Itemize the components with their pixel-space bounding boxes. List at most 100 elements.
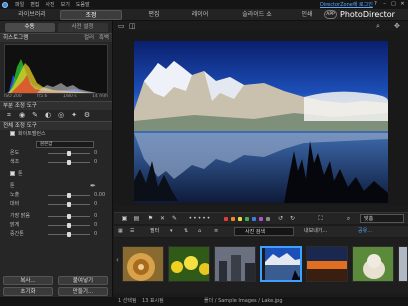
highlights-value[interactable]: 0: [94, 221, 97, 230]
thumbnail-city[interactable]: [214, 246, 256, 282]
slider-knob[interactable]: [67, 214, 71, 219]
spot-removal-icon[interactable]: ✦: [69, 111, 79, 120]
thumbnail-sunset[interactable]: [306, 246, 348, 282]
brightest-value[interactable]: 0: [94, 212, 97, 221]
thumbnail-cat[interactable]: [352, 246, 394, 282]
histogram-color-option[interactable]: 컬러: [84, 35, 94, 41]
wb-temperature-value[interactable]: 0: [94, 149, 97, 158]
thumbnail-lake-selected[interactable]: [260, 246, 302, 282]
tab-layer[interactable]: 레이어: [180, 10, 220, 20]
pan-tool-icon[interactable]: ✥: [394, 22, 400, 30]
wb-temperature-slider[interactable]: [48, 151, 90, 156]
color-label-purple[interactable]: [259, 217, 263, 221]
paste-button[interactable]: 붙여넣기: [58, 276, 108, 285]
tab-edit[interactable]: 편집: [134, 10, 174, 20]
directorzone-login-link[interactable]: DirectorZone에 로그인: [320, 1, 373, 8]
color-label-blue[interactable]: [252, 217, 256, 221]
copy-button[interactable]: 복사...: [3, 276, 53, 285]
close-button[interactable]: ✕: [399, 1, 406, 7]
contrast-value[interactable]: 0: [94, 200, 97, 209]
pen-icon[interactable]: ✎: [170, 214, 179, 223]
menu-help[interactable]: 도움말: [76, 1, 90, 8]
color-label-green[interactable]: [245, 217, 249, 221]
rating-stars[interactable]: •••••: [182, 214, 218, 223]
photo-viewer[interactable]: [114, 31, 408, 205]
color-label-red[interactable]: [224, 217, 228, 221]
white-balance-preset-select[interactable]: 원본값: [36, 141, 94, 148]
compare-view-icon[interactable]: ◫: [129, 22, 136, 30]
single-view-icon[interactable]: ▭: [118, 22, 125, 30]
midtones-slider[interactable]: [48, 232, 90, 237]
slider-knob[interactable]: [67, 151, 71, 156]
slider-knob[interactable]: [67, 232, 71, 237]
fullscreen-icon[interactable]: ⛶: [316, 214, 325, 223]
wb-tint-slider[interactable]: [48, 160, 90, 165]
histogram-mono-option[interactable]: 흑백: [99, 35, 109, 41]
menu-view[interactable]: 보기: [61, 1, 70, 8]
rotate-right-icon[interactable]: ↻: [288, 214, 297, 223]
global-tools-header[interactable]: 전체 조정 도구: [0, 121, 112, 130]
radial-icon[interactable]: ◎: [56, 111, 66, 120]
reset-button[interactable]: 초기화: [3, 287, 53, 296]
zoom-tool-icon[interactable]: ⌕: [376, 22, 380, 31]
exposure-value[interactable]: 0.00: [94, 191, 105, 200]
minimize-button[interactable]: –: [381, 1, 388, 7]
filter-label[interactable]: 필터: [150, 227, 159, 236]
red-eye-icon[interactable]: ◉: [17, 111, 27, 120]
filter-dropdown-icon[interactable]: ▾: [170, 227, 173, 236]
slider-knob[interactable]: [67, 202, 71, 207]
zoom-select[interactable]: 맞춤: [360, 214, 404, 223]
app-badge[interactable]: APP: [324, 10, 337, 19]
crop-icon[interactable]: ⌗: [4, 111, 14, 120]
contrast-slider[interactable]: [48, 202, 90, 207]
photo-search-input[interactable]: 사진 검색: [234, 227, 294, 236]
menu-photo[interactable]: 사진: [45, 1, 54, 8]
filmstrip-list-icon[interactable]: ☰: [130, 227, 134, 236]
slider-knob[interactable]: [67, 223, 71, 228]
highlights-slider[interactable]: [48, 223, 90, 228]
slider-knob[interactable]: [67, 160, 71, 165]
thumbnail-shell[interactable]: [122, 246, 164, 282]
color-label-yellow[interactable]: [238, 217, 242, 221]
tag-icon[interactable]: ⌂: [198, 227, 201, 236]
tab-adjust[interactable]: 조정: [60, 10, 122, 20]
menu-edit[interactable]: 편집: [30, 1, 39, 8]
thumbnail-flowers[interactable]: [168, 246, 210, 282]
settings-icon[interactable]: ⚙: [82, 111, 92, 120]
midtones-value[interactable]: 0: [94, 230, 97, 239]
share-label[interactable]: 공유...: [358, 227, 372, 236]
tone-checkbox[interactable]: [10, 171, 15, 176]
filmstrip-view-icon[interactable]: ▦: [118, 227, 123, 236]
brush-icon[interactable]: ✎: [30, 111, 40, 120]
main-photo[interactable]: [134, 41, 388, 203]
histogram-header[interactable]: 히스토그램 컬러 흑백: [0, 33, 112, 42]
tab-manual[interactable]: 수동: [4, 22, 55, 32]
menu-file[interactable]: 파일: [15, 1, 24, 8]
color-label-orange[interactable]: [231, 217, 235, 221]
wb-tint-value[interactable]: 0: [94, 158, 97, 167]
tab-library[interactable]: 라이브러리: [8, 10, 56, 20]
flag-icon[interactable]: ⚑: [146, 214, 155, 223]
tab-presets[interactable]: 사전 설정: [57, 22, 108, 32]
region-tools-header[interactable]: 부분 조정 도구: [0, 101, 112, 110]
thumbnail-partial[interactable]: [398, 246, 408, 282]
gradient-icon[interactable]: ◐: [43, 111, 53, 120]
tab-print[interactable]: 인쇄: [292, 10, 322, 20]
create-snapshot-button[interactable]: 만들기...: [58, 287, 108, 296]
maximize-button[interactable]: □: [390, 1, 397, 7]
zoom-icon[interactable]: ⌕: [344, 214, 353, 223]
eyedropper-icon[interactable]: ✒: [90, 182, 96, 191]
rotate-left-icon[interactable]: ↺: [276, 214, 285, 223]
export-label[interactable]: 내보내기...: [304, 227, 327, 236]
help-button[interactable]: ?: [372, 1, 379, 7]
grid-view-icon[interactable]: ▤: [132, 214, 141, 223]
brightest-slider[interactable]: [48, 214, 90, 219]
tab-slideshow[interactable]: 슬라이드 쇼: [230, 10, 284, 20]
color-label-gray[interactable]: [266, 217, 270, 221]
fit-view-icon[interactable]: ▣: [120, 214, 129, 223]
reject-icon[interactable]: ✕: [158, 214, 167, 223]
list-icon[interactable]: ≡: [214, 227, 218, 236]
white-balance-checkbox[interactable]: [10, 131, 15, 136]
sort-icon[interactable]: ⇅: [184, 227, 188, 236]
exposure-slider[interactable]: [48, 193, 90, 198]
